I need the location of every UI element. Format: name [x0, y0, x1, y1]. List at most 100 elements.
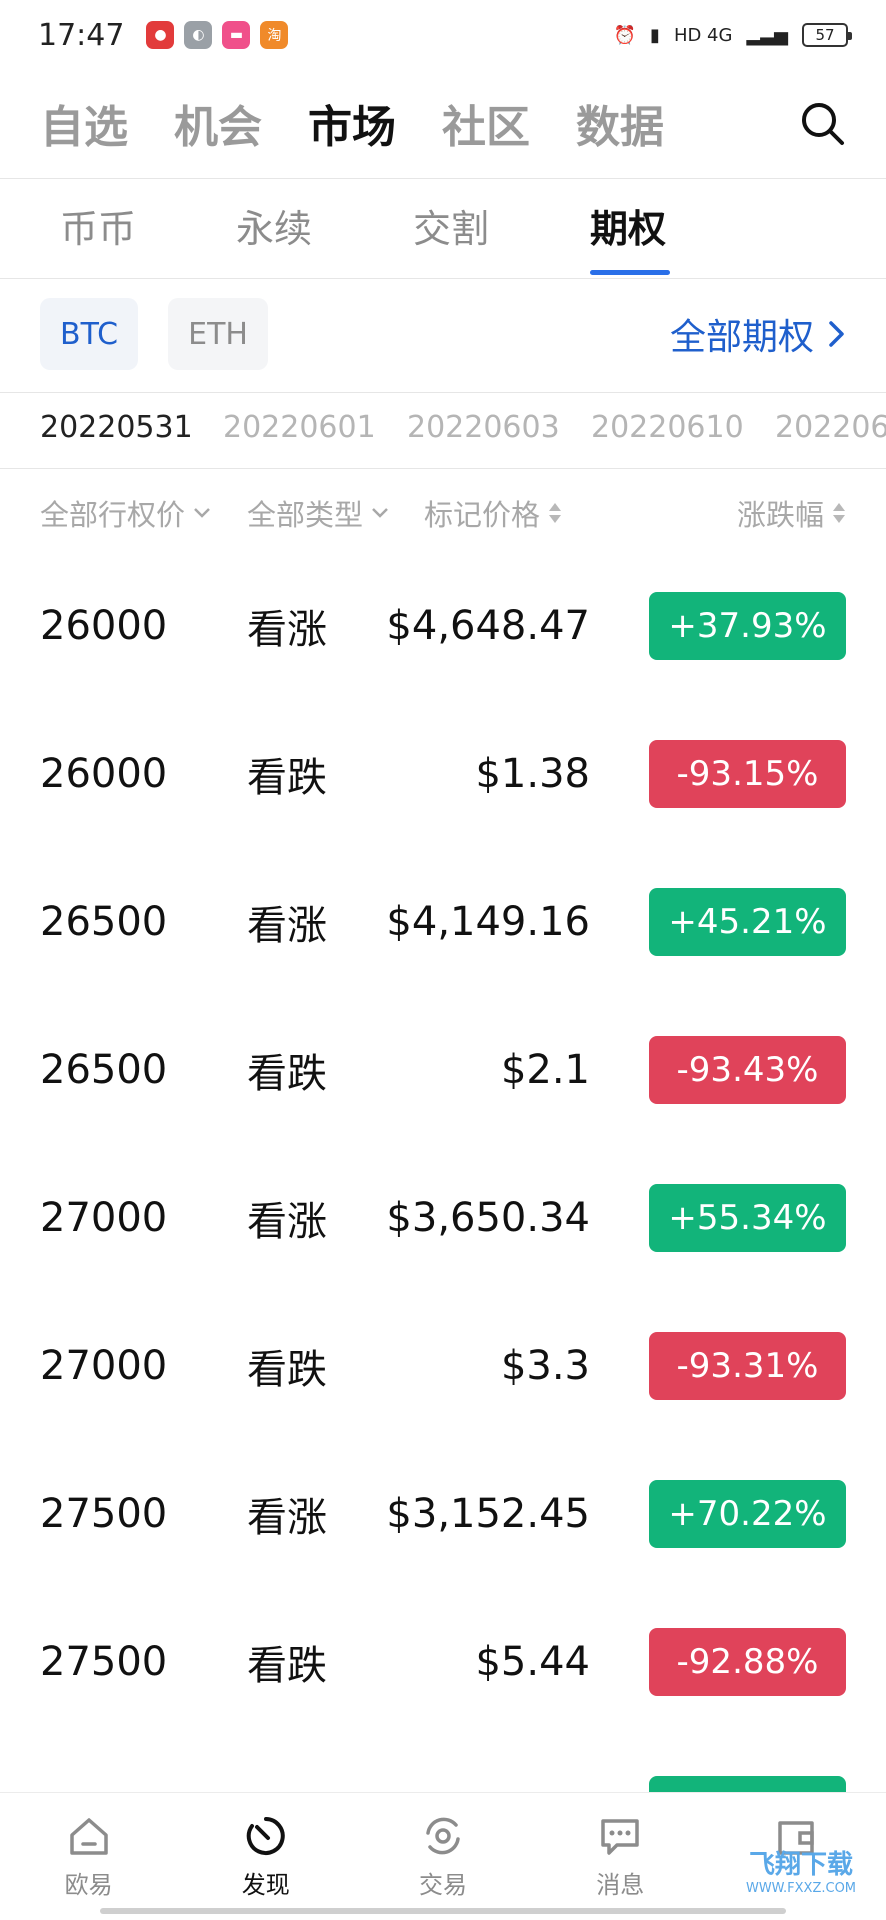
all-options-link[interactable]: 全部期权: [670, 308, 846, 360]
asset-selector: BTC ETH 全部期权: [40, 298, 846, 370]
tab-data[interactable]: 数据: [576, 91, 664, 155]
option-row[interactable]: 26500 看跌 $2.1 -93.43%: [0, 996, 886, 1144]
nav-home[interactable]: 欧易: [0, 1793, 177, 1920]
option-type: 看跌: [247, 755, 327, 801]
asset-chip-btc[interactable]: BTC: [40, 298, 139, 370]
all-options-label: 全部期权: [669, 317, 814, 358]
strike-price: 27000: [40, 1195, 168, 1241]
change-label: 涨跌幅: [736, 498, 824, 532]
status-time: 17:47: [38, 17, 125, 53]
option-row[interactable]: 28000 看涨 $2,656.68 +88.48%: [0, 1736, 886, 1792]
expiry-date-tabs: 20220531 20220601 20220603 20220610 2022…: [0, 392, 886, 468]
option-type: 看涨: [247, 903, 327, 949]
vibrate-icon: ▮: [650, 24, 660, 46]
watermark-url: WWW.FXXZ.COM: [745, 1881, 857, 1896]
main-tabs: 自选 机会 市场 社区 数据: [40, 88, 846, 158]
mark-price: $3.3: [500, 1343, 590, 1389]
change-badge: -92.88%: [649, 1628, 846, 1696]
strike-price: 26500: [40, 1047, 168, 1093]
tab-options[interactable]: 期权: [590, 198, 666, 253]
expiry-date[interactable]: 20220617: [775, 410, 886, 445]
option-type: 看跌: [247, 1643, 327, 1689]
change-badge: +70.22%: [649, 1480, 846, 1548]
change-sort[interactable]: 涨跌幅: [737, 492, 846, 534]
nav-label: 发现: [241, 1871, 290, 1899]
tab-perpetual[interactable]: 永续: [236, 198, 312, 253]
mark-price: $1.38: [475, 751, 590, 797]
nav-label: 欧易: [64, 1871, 113, 1899]
strike-price: 27500: [40, 1491, 168, 1537]
mark-price: $4,149.16: [386, 899, 590, 945]
nav-messages[interactable]: 消息: [532, 1793, 709, 1920]
asset-chip-eth[interactable]: ETH: [168, 298, 268, 370]
expiry-date[interactable]: 20220603: [407, 410, 560, 445]
mark-price: $4,648.47: [386, 603, 590, 649]
option-type: 看涨: [247, 1495, 327, 1541]
type-filter[interactable]: 全部类型: [247, 492, 389, 534]
expiry-date[interactable]: 20220601: [223, 410, 376, 445]
chevron-down-icon: [194, 508, 210, 518]
message-icon: [601, 1819, 639, 1855]
tab-market[interactable]: 市场: [308, 91, 396, 155]
strike-price: 28000: [40, 1736, 167, 1792]
option-type: 看跌: [247, 1051, 327, 1097]
mark-price: $2.1: [500, 1047, 590, 1093]
option-row[interactable]: 27000 看跌 $3.3 -93.31%: [0, 1292, 886, 1440]
filter-header: 全部行权价 全部类型 标记价格 涨跌幅: [40, 486, 846, 536]
wechat-icon: ◐: [184, 21, 213, 49]
nav-label: 消息: [596, 1871, 645, 1899]
expiry-date[interactable]: 20220531: [40, 410, 193, 445]
expiry-date[interactable]: 20220610: [591, 410, 744, 445]
change-badge: +45.21%: [649, 888, 846, 956]
mark-price-label: 标记价格: [424, 498, 541, 532]
nav-discover[interactable]: 发现: [177, 1793, 354, 1920]
battery-icon: 57: [802, 23, 852, 47]
change-badge: +55.34%: [649, 1184, 846, 1252]
change-badge: -93.43%: [649, 1036, 846, 1104]
option-row[interactable]: 26000 看涨 $4,648.47 +37.93%: [0, 552, 886, 700]
mark-price: $2,656.68: [386, 1736, 590, 1792]
trade-icon: [426, 1817, 460, 1855]
change-badge: +37.93%: [649, 592, 846, 660]
watermark: 飞翔下载 WWW.FXXZ.COM: [726, 1835, 876, 1905]
tab-community[interactable]: 社区: [442, 91, 530, 155]
tab-spot[interactable]: 币币: [60, 198, 136, 253]
mark-price-sort[interactable]: 标记价格: [424, 492, 562, 534]
strike-price: 26500: [40, 899, 168, 945]
strike-price: 27000: [40, 1343, 168, 1389]
strike-filter[interactable]: 全部行权价: [40, 492, 211, 534]
discover-icon: [246, 1817, 285, 1855]
mark-price: $5.44: [475, 1639, 590, 1685]
change-badge: +88.48%: [649, 1776, 846, 1792]
active-tab-indicator: [590, 270, 670, 275]
nav-label: 交易: [419, 1871, 467, 1899]
status-bar: 17:47 ● ◐ ▬ 淘 ⏰ ▮ HD 4G ▂▃▅ 57: [0, 0, 886, 70]
sub-tabs: 币币 永续 交割 期权: [0, 178, 886, 278]
tab-watchlist[interactable]: 自选: [40, 91, 128, 155]
option-row[interactable]: 26000 看跌 $1.38 -93.15%: [0, 700, 886, 848]
nav-trade[interactable]: 交易: [354, 1793, 531, 1920]
sort-icon: [833, 503, 845, 523]
option-type: 看涨: [247, 1736, 327, 1792]
tab-opportunities[interactable]: 机会: [174, 91, 262, 155]
signal-icon: ▂▃▅: [746, 24, 788, 46]
strike-price: 26000: [40, 603, 168, 649]
option-row[interactable]: 27500 看涨 $3,152.45 +70.22%: [0, 1440, 886, 1588]
option-row[interactable]: 27500 看跌 $5.44 -92.88%: [0, 1588, 886, 1736]
option-type: 看跌: [247, 1347, 327, 1393]
change-badge: -93.31%: [649, 1332, 846, 1400]
search-icon[interactable]: [798, 99, 846, 147]
option-type: 看涨: [247, 1199, 327, 1245]
mark-price: $3,152.45: [386, 1491, 590, 1537]
tab-futures[interactable]: 交割: [413, 198, 489, 253]
sort-icon: [549, 503, 562, 523]
option-row[interactable]: 27000 看涨 $3,650.34 +55.34%: [0, 1144, 886, 1292]
strike-price: 27500: [40, 1639, 168, 1685]
battery-level: 57: [815, 26, 835, 44]
divider: [0, 278, 886, 279]
network-text: HD 4G: [673, 24, 733, 46]
type-filter-label: 全部类型: [247, 498, 364, 532]
change-badge: -93.15%: [649, 740, 846, 808]
option-row[interactable]: 26500 看涨 $4,149.16 +45.21%: [0, 848, 886, 996]
option-type: 看涨: [247, 607, 327, 653]
